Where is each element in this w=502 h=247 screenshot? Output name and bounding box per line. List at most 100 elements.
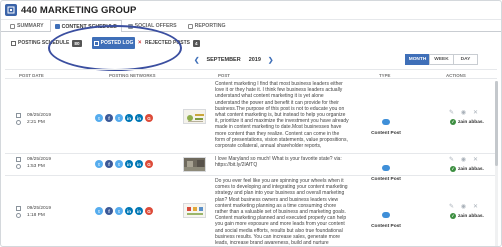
posting-schedule-count: 80 (72, 39, 82, 47)
col-post-date: POST DATE (19, 73, 44, 78)
edit-icon[interactable]: ✎ (448, 110, 455, 117)
post-time-value: 2:21 PM (27, 120, 45, 125)
page-title: 440 MARKETING GROUP (21, 4, 137, 16)
posting-schedule-button[interactable]: POSTING SCHEDULE 80 (11, 38, 82, 48)
next-month-icon[interactable]: ❯ (268, 56, 273, 64)
posted-by-name: zain abbas. (458, 166, 484, 172)
delete-icon[interactable]: ✕ (472, 204, 479, 211)
delete-icon[interactable]: ✕ (472, 157, 479, 164)
post-text: I love Maryland so much! What is your fa… (215, 156, 342, 169)
reject-icon: × (138, 39, 142, 46)
row-actions: ✎ ◉ ✕ (448, 157, 484, 164)
facebook-icon: f (105, 114, 113, 122)
col-type: TYPE (379, 73, 391, 78)
month-navigator: ❮ SEPTEMBER 2019 ❯ (187, 56, 280, 64)
tab-reporting[interactable]: REPORTING (183, 20, 231, 31)
tab-social-offers[interactable]: SOCIAL OFFERS (123, 20, 182, 31)
tab-summary[interactable]: SUMMARY (5, 20, 49, 31)
posted-log-button[interactable]: POSTED LOG (92, 37, 135, 49)
chat-bubble-icon (382, 212, 390, 218)
check-icon: ✓ (450, 213, 456, 219)
posted-by-name: zain abbas. (458, 213, 484, 219)
facebook-icon: f (105, 207, 113, 215)
posted-by: ✓ zain abbas. (450, 166, 484, 172)
col-actions: ACTIONS (446, 73, 466, 78)
twitter-icon: t (115, 114, 123, 122)
table-row: 09/25/2019 1:53 PM t f t in in G I love … (5, 154, 497, 182)
posted-log-icon (93, 40, 99, 46)
twitter-icon: t (95, 114, 103, 122)
google-icon: G (145, 160, 153, 168)
rejected-posts-button[interactable]: × REJECTED POSTS 4 (138, 38, 200, 48)
main-tabs: SUMMARY CONTENT SCHEDULE SOCIAL OFFERS R… (1, 20, 501, 32)
view-icon[interactable]: ◉ (460, 204, 467, 211)
scrollbar-thumb[interactable] (495, 81, 498, 166)
edit-icon[interactable]: ✎ (448, 157, 455, 164)
chat-bubble-icon (382, 165, 390, 171)
twitter-icon: t (95, 160, 103, 168)
linkedin-icon: in (135, 114, 143, 122)
chat-bubble-icon (382, 119, 390, 125)
post-date-value: 09/25/2019 (27, 206, 52, 211)
tab-summary-label: SUMMARY (17, 23, 44, 29)
summary-icon (10, 23, 15, 29)
check-icon: ✓ (450, 119, 456, 125)
tab-social-offers-label: SOCIAL OFFERS (134, 23, 177, 29)
posted-by: ✓ zain abbas. (450, 119, 484, 125)
google-icon: G (145, 207, 153, 215)
tab-reporting-label: REPORTING (194, 23, 226, 29)
posted-log-label: POSTED LOG (100, 40, 134, 46)
vertical-scrollbar[interactable] (495, 81, 498, 246)
post-thumbnail (183, 203, 206, 218)
clock-icon (16, 120, 21, 125)
tab-content-schedule[interactable]: CONTENT SCHEDULE (49, 20, 122, 32)
table-header: POST DATE POSTING NETWORKS POST TYPE ACT… (5, 69, 497, 79)
posting-networks: t f t in in G (95, 160, 155, 168)
delete-icon[interactable]: ✕ (472, 110, 479, 117)
calendar-icon (54, 24, 60, 29)
view-day-button[interactable]: DAY (453, 54, 478, 65)
tab-content-schedule-label: CONTENT SCHEDULE (61, 23, 117, 30)
post-text: Do you ever feel like you are spinning y… (215, 178, 348, 247)
table-row: 09/25/2019 1:18 PM t f t in in G Do you … (5, 176, 497, 247)
google-icon: G (145, 114, 153, 122)
rejected-posts-label: REJECTED POSTS (145, 40, 191, 46)
col-posting-networks: POSTING NETWORKS (109, 73, 156, 78)
post-date-value: 09/25/2019 (27, 157, 52, 162)
calendar-icon (16, 206, 21, 211)
posting-schedule-label: POSTING SCHEDULE (18, 40, 70, 46)
twitter-icon: t (95, 207, 103, 215)
twitter-icon: t (115, 207, 123, 215)
twitter-icon: t (115, 160, 123, 168)
list-icon (11, 40, 16, 46)
post-date: 09/25/2019 1:53 PM (27, 156, 51, 170)
post-thumbnail (183, 157, 206, 172)
edit-icon[interactable]: ✎ (448, 204, 455, 211)
post-type-label: Content Post (371, 131, 401, 136)
year-label: 2019 (248, 57, 261, 63)
reporting-icon (187, 23, 193, 29)
posted-by: ✓ zain abbas. (450, 213, 484, 219)
row-actions: ✎ ◉ ✕ (448, 110, 484, 117)
linkedin-icon: in (125, 114, 133, 122)
posting-networks: t f t in in G (95, 114, 155, 122)
view-month-button[interactable]: MONTH (405, 54, 430, 65)
post-type: Content Post (361, 112, 411, 136)
app-window: 440 MARKETING GROUP SUMMARY CONTENT SCHE… (0, 0, 502, 247)
facebook-icon: f (105, 160, 113, 168)
calendar-icon (16, 113, 21, 118)
col-post: POST (218, 73, 230, 78)
post-time-value: 1:18 PM (27, 213, 45, 218)
org-logo-icon (5, 4, 17, 16)
clock-icon (16, 164, 21, 169)
view-week-button[interactable]: WEEK (429, 54, 454, 65)
post-type: Content Post (361, 205, 411, 229)
view-icon[interactable]: ◉ (460, 110, 467, 117)
row-actions: ✎ ◉ ✕ (448, 204, 484, 211)
clock-icon (16, 213, 21, 218)
post-thumbnail (183, 109, 206, 124)
linkedin-icon: in (125, 160, 133, 168)
prev-month-icon[interactable]: ❮ (194, 56, 199, 64)
view-icon[interactable]: ◉ (460, 157, 467, 164)
post-type-label: Content Post (371, 224, 401, 229)
